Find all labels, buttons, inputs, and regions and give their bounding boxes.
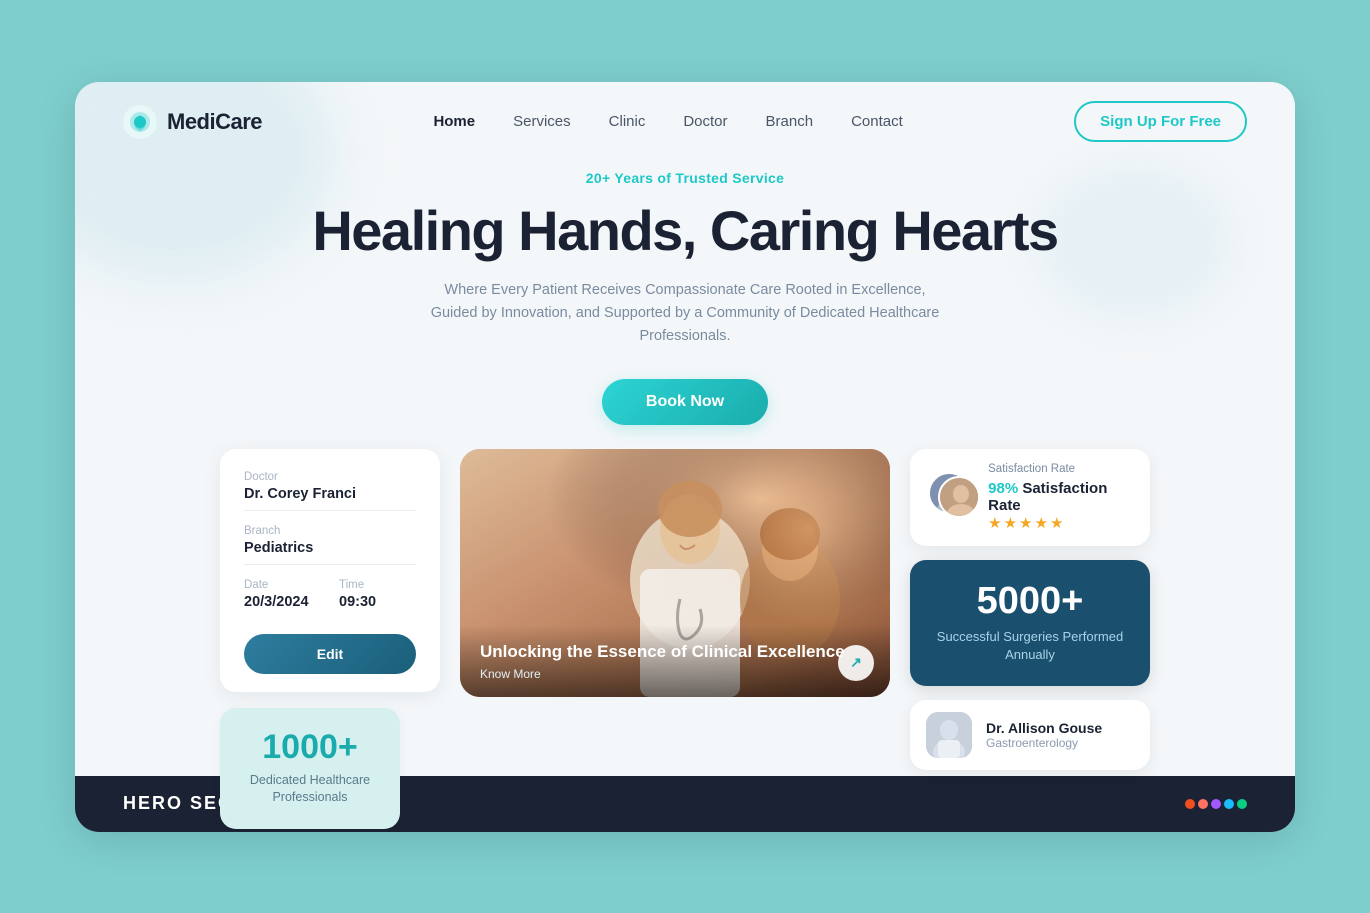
date-time-row: Date 20/3/2024 Time 09:30: [244, 579, 416, 618]
left-column: Doctor Dr. Corey Franci Branch Pediatric…: [220, 449, 440, 829]
avatar-front: [938, 476, 980, 518]
avatar-stack: [928, 472, 974, 522]
nav-link-clinic: Clinic: [609, 113, 646, 130]
book-now-button[interactable]: Book Now: [602, 379, 768, 425]
satisfaction-info: Satisfaction Rate 98% Satisfaction Rate …: [988, 463, 1132, 532]
right-column: Satisfaction Rate 98% Satisfaction Rate …: [910, 449, 1150, 770]
arrow-button[interactable]: ↗: [838, 645, 874, 681]
doctor-field: Doctor Dr. Corey Franci: [244, 471, 416, 511]
surgery-description: Successful Surgeries Performed Annually: [934, 628, 1126, 664]
healthcare-professionals-stat: 1000+ Dedicated Healthcare Professionals: [220, 708, 400, 829]
tagline: 20+ Years of Trusted Service: [586, 170, 784, 186]
date-value: 20/3/2024: [244, 594, 321, 618]
doctor-card: Dr. Allison Gouse Gastroenterology: [910, 700, 1150, 770]
surgery-stat-widget: 5000+ Successful Surgeries Performed Ann…: [910, 560, 1150, 686]
photo-scene: Unlocking the Essence of Clinical Excell…: [460, 449, 890, 697]
arrow-icon: ↗: [850, 654, 862, 671]
doctor-label: Doctor: [244, 471, 416, 483]
branch-label: Branch: [244, 525, 416, 537]
professionals-number: 1000+: [240, 730, 380, 764]
branch-field: Branch Pediatrics: [244, 525, 416, 565]
nav-item-services[interactable]: Services: [513, 113, 571, 131]
nav-item-home[interactable]: Home: [433, 113, 475, 131]
star-4: ★: [1035, 514, 1048, 532]
hero-title: Healing Hands, Caring Hearts: [312, 200, 1057, 262]
star-2: ★: [1004, 514, 1017, 532]
hero-image-container: Unlocking the Essence of Clinical Excell…: [460, 449, 890, 697]
doctor-specialty: Gastroenterology: [986, 736, 1102, 750]
star-1: ★: [988, 514, 1001, 532]
nav-link-contact: Contact: [851, 113, 903, 130]
time-value: 09:30: [339, 594, 416, 618]
doctor-avatar-svg: [926, 712, 972, 758]
date-label: Date: [244, 579, 321, 591]
date-field: Date 20/3/2024: [244, 579, 321, 618]
overlay-link: Know More: [480, 667, 870, 681]
hero-section: 20+ Years of Trusted Service Healing Han…: [75, 162, 1295, 425]
time-label: Time: [339, 579, 416, 591]
time-field: Time 09:30: [339, 579, 416, 618]
star-rating: ★ ★ ★ ★ ★: [988, 514, 1132, 532]
hero-subtitle: Where Every Patient Receives Compassiona…: [425, 279, 945, 349]
lower-section: Doctor Dr. Corey Franci Branch Pediatric…: [75, 425, 1295, 829]
nav-item-contact[interactable]: Contact: [851, 113, 903, 131]
hero-image: Unlocking the Essence of Clinical Excell…: [460, 449, 890, 697]
edit-button[interactable]: Edit: [244, 634, 416, 674]
nav-link-doctor: Doctor: [683, 113, 727, 130]
navbar: MediCare Home Services Clinic Doctor Bra…: [75, 82, 1295, 162]
satisfaction-percentage: 98% Satisfaction Rate: [988, 480, 1132, 514]
nav-link-home: Home: [433, 113, 475, 130]
nav-item-doctor[interactable]: Doctor: [683, 113, 727, 131]
branch-value: Pediatrics: [244, 540, 416, 565]
hero-image-overlay: Unlocking the Essence of Clinical Excell…: [460, 625, 890, 697]
satisfaction-widget: Satisfaction Rate 98% Satisfaction Rate …: [910, 449, 1150, 546]
satisfaction-label: Satisfaction Rate: [988, 463, 1132, 475]
nav-link-branch: Branch: [766, 113, 814, 130]
nav-link-services: Services: [513, 113, 571, 130]
logo[interactable]: MediCare: [123, 105, 262, 139]
star-5: ★: [1050, 514, 1063, 532]
logo-text: MediCare: [167, 109, 262, 135]
signup-button[interactable]: Sign Up For Free: [1074, 101, 1247, 142]
logo-icon: [123, 105, 157, 139]
star-3: ★: [1019, 514, 1032, 532]
appointment-widget: Doctor Dr. Corey Franci Branch Pediatric…: [220, 449, 440, 692]
nav-item-clinic[interactable]: Clinic: [609, 113, 646, 131]
professionals-description: Dedicated Healthcare Professionals: [240, 772, 380, 807]
doctor-value: Dr. Corey Franci: [244, 486, 416, 511]
overlay-title: Unlocking the Essence of Clinical Excell…: [480, 641, 870, 663]
nav-item-branch[interactable]: Branch: [766, 113, 814, 131]
nav-links: Home Services Clinic Doctor Branch Conta…: [433, 113, 902, 131]
doctor-info: Dr. Allison Gouse Gastroenterology: [986, 720, 1102, 750]
doctor-name: Dr. Allison Gouse: [986, 720, 1102, 736]
doctor-avatar: [926, 712, 972, 758]
surgery-number: 5000+: [934, 582, 1126, 620]
